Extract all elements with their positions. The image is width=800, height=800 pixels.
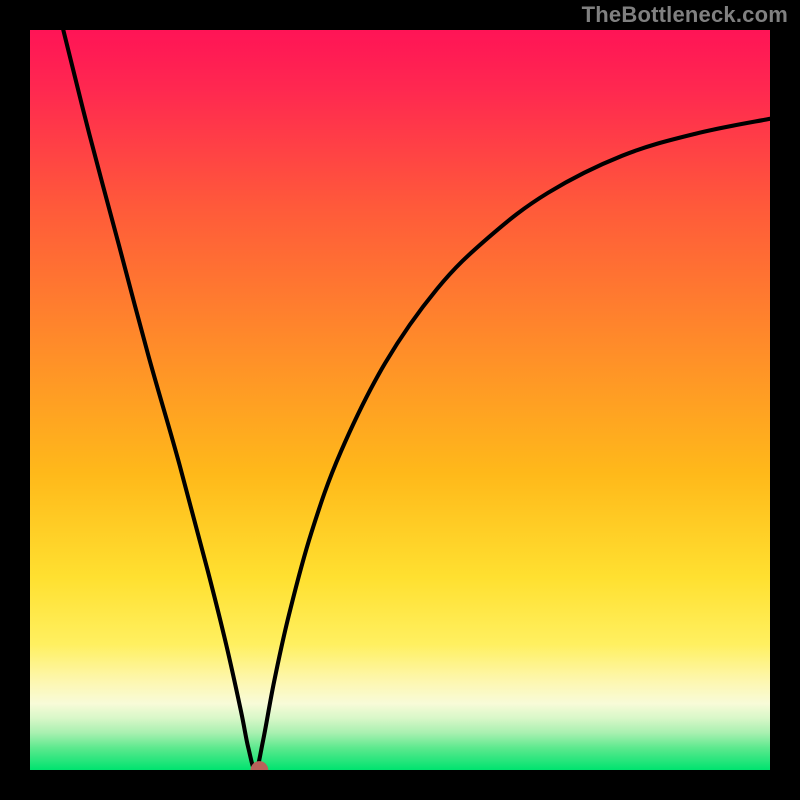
watermark-text: TheBottleneck.com [582,2,788,28]
chart-frame: TheBottleneck.com [0,0,800,800]
curve-path [63,30,770,770]
plot-area [30,30,770,770]
bottleneck-curve [30,30,770,770]
